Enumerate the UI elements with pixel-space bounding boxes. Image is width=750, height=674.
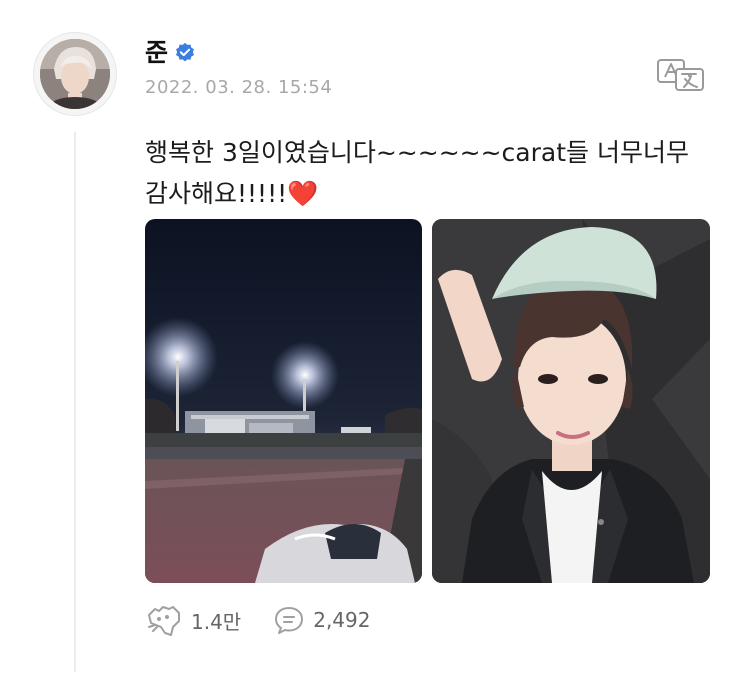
avatar-image [40,39,110,109]
avatar[interactable] [33,32,117,116]
post-image-2[interactable] [432,219,710,583]
like-icon [148,606,180,636]
post-image-1[interactable] [145,219,422,583]
heart-emoji-icon: ❤️ [287,179,319,208]
verified-badge-icon [176,42,194,62]
post-text-line-1: 행복한 3일이였습니다~~~~~~carat들 너무너무 [145,138,689,167]
comment-count: 2,492 [313,608,371,632]
selfie-photo [432,219,710,583]
post-text-line-2: 감사해요!!!!! [145,179,288,208]
comment-icon [275,607,304,634]
post-timestamp: 2022. 03. 28. 15:54 [145,77,333,98]
translate-icon [657,59,704,91]
translate-button[interactable] [656,58,706,92]
like-count: 1.4만 [191,609,242,634]
like-button[interactable]: 1.4만 [145,603,241,637]
stadium-night-photo [145,219,422,583]
author-name[interactable]: 준 [145,38,168,68]
post-body: 행복한 3일이였습니다~~~~~~carat들 너무너무 감사해요!!!!!❤️ [145,132,715,214]
comment-button[interactable]: 2,492 [273,604,370,636]
thread-line [74,132,76,672]
post-actions: 1.4만 2,492 [145,602,370,638]
